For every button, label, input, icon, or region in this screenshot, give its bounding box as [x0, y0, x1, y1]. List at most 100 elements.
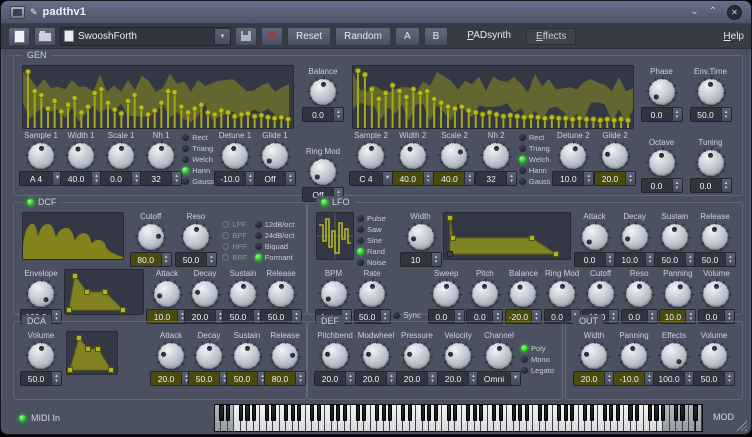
lfo-reso-knob[interactable] [626, 281, 652, 307]
def-channel-dropdown-arrow-icon[interactable]: ▾ [510, 372, 520, 385]
dcf-led[interactable] [27, 199, 34, 206]
def-channel-combobox[interactable]: Omni▾ [477, 371, 521, 386]
gen1-spectrum-display[interactable] [22, 65, 294, 129]
out-width-spinbox[interactable]: 20.0▴▾ [573, 371, 615, 386]
black-key[interactable] [330, 405, 334, 421]
gen-detune1-knob[interactable] [222, 143, 248, 169]
def-pressure-knob[interactable] [404, 343, 430, 369]
black-key[interactable] [680, 405, 684, 421]
dcf-reso-spinbox[interactable]: 50.0▴▾ [175, 252, 217, 267]
black-key[interactable] [693, 405, 697, 421]
gen-scale2-spinbox[interactable]: 40.0▴▾ [433, 171, 475, 186]
lfo-cutoff-knob[interactable] [588, 281, 614, 307]
gen-ringmod-knob[interactable] [310, 159, 336, 185]
out-panning-knob[interactable] [621, 343, 647, 369]
def-velocity-knob[interactable] [445, 343, 471, 369]
lfo-sustain-spinbox[interactable]: 50.0▴▾ [654, 252, 696, 267]
black-key[interactable] [538, 405, 542, 421]
gen-nh1-spinner-buttons[interactable]: ▴▾ [171, 172, 181, 185]
dcf-filter-display[interactable] [22, 212, 124, 260]
black-key[interactable] [564, 405, 568, 421]
gen-window2-triang-radio[interactable]: Triang [519, 144, 551, 153]
black-key[interactable] [362, 405, 366, 421]
preset-combobox[interactable]: SwooshForth ▾ [60, 27, 231, 46]
gen-width2-spinner-buttons[interactable]: ▴▾ [423, 172, 433, 185]
def-pitchbend-spinner-buttons[interactable]: ▴▾ [345, 372, 355, 385]
black-key[interactable] [388, 405, 392, 421]
black-key[interactable] [401, 405, 405, 421]
gen-sample2-dropdown-arrow-icon[interactable]: ▾ [382, 172, 392, 185]
black-key[interactable] [616, 405, 620, 421]
black-key[interactable] [245, 405, 249, 421]
black-key[interactable] [434, 405, 438, 421]
dca-decay-spinbox[interactable]: 50.0▴▾ [188, 371, 230, 386]
black-key[interactable] [297, 405, 301, 421]
midi-keyboard[interactable] [214, 404, 703, 432]
save-preset-button[interactable] [235, 27, 257, 46]
black-key[interactable] [447, 405, 451, 421]
help-button[interactable]: Help [723, 31, 744, 42]
dcf-reso-knob[interactable] [183, 224, 209, 250]
black-key[interactable] [382, 405, 386, 421]
dca-sustain-knob[interactable] [234, 343, 260, 369]
dca-release-spinbox[interactable]: 80.0▴▾ [264, 371, 306, 386]
random-button[interactable]: Random [335, 27, 391, 46]
out-volume-knob[interactable] [701, 343, 727, 369]
black-key[interactable] [654, 405, 658, 421]
def-keymode-mono-radio[interactable]: Mono [521, 355, 554, 364]
black-key[interactable] [609, 405, 613, 421]
black-key[interactable] [310, 405, 314, 421]
gen-width2-knob[interactable] [400, 143, 426, 169]
gen-scale2-spinner-buttons[interactable]: ▴▾ [464, 172, 474, 185]
gen-envtime-spinbox[interactable]: 50.0▴▾ [690, 107, 732, 122]
lfo-shape-noise-radio[interactable]: Noise [357, 258, 386, 267]
black-key[interactable] [590, 405, 594, 421]
black-key[interactable] [421, 405, 425, 421]
lfo-sync-checkbox[interactable]: Sync [393, 311, 421, 320]
gen-window2-welch-radio[interactable]: Welch [519, 155, 551, 164]
black-key[interactable] [635, 405, 639, 421]
def-modwheel-spinner-buttons[interactable]: ▴▾ [386, 372, 396, 385]
gen-tuning-spinner-buttons[interactable]: ▴▾ [721, 179, 731, 192]
gen-sample1-knob[interactable] [28, 143, 54, 169]
black-key[interactable] [512, 405, 516, 421]
gen-window2-hann-radio[interactable]: Hann [519, 166, 551, 175]
resize-grip-icon[interactable] [736, 420, 747, 431]
gen-detune2-spinner-buttons[interactable]: ▴▾ [583, 172, 593, 185]
dcf-attack-knob[interactable] [154, 281, 180, 307]
dcf-slope-12dboct-radio[interactable]: 12dB/oct [255, 220, 295, 229]
lfo-sweep-knob[interactable] [433, 281, 459, 307]
gen-width1-knob[interactable] [68, 143, 94, 169]
def-modwheel-knob[interactable] [363, 343, 389, 369]
lfo-volume-knob[interactable] [703, 281, 729, 307]
gen-octave-spinbox[interactable]: 0.0▴▾ [641, 178, 683, 193]
black-key[interactable] [648, 405, 652, 421]
lfo-width-spinner-buttons[interactable]: ▴▾ [431, 253, 441, 266]
black-key[interactable] [518, 405, 522, 421]
out-volume-spinbox[interactable]: 50.0▴▾ [693, 371, 735, 386]
black-key[interactable] [271, 405, 275, 421]
gen-detune1-spinbox[interactable]: -10.0▴▾ [214, 171, 256, 186]
gen-envtime-spinner-buttons[interactable]: ▴▾ [721, 108, 731, 121]
lfo-bpm-knob[interactable] [321, 281, 347, 307]
lfo-balance-knob[interactable] [510, 281, 536, 307]
gen-balance-knob[interactable] [310, 79, 336, 105]
black-key[interactable] [473, 405, 477, 421]
black-key[interactable] [525, 405, 529, 421]
black-key[interactable] [466, 405, 470, 421]
a-button[interactable]: A [395, 27, 420, 46]
gen-octave-knob[interactable] [649, 150, 675, 176]
def-modwheel-spinbox[interactable]: 20.0▴▾ [355, 371, 397, 386]
dcf-release-knob[interactable] [268, 281, 294, 307]
new-preset-button[interactable] [8, 27, 30, 46]
black-key[interactable] [343, 405, 347, 421]
black-key[interactable] [603, 405, 607, 421]
titlebar[interactable]: ✎ padthv1 ⌄ ⌃ ✕ [1, 1, 751, 24]
gen-balance-spinner-buttons[interactable]: ▴▾ [333, 108, 343, 121]
gen-window1-gauss-radio[interactable]: Gauss [182, 177, 214, 186]
gen-detune2-knob[interactable] [560, 143, 586, 169]
black-key[interactable] [544, 405, 548, 421]
gen-phase-knob[interactable] [649, 79, 675, 105]
def-velocity-spinbox[interactable]: 20.0▴▾ [437, 371, 479, 386]
def-pitchbend-spinbox[interactable]: 20.0▴▾ [314, 371, 356, 386]
